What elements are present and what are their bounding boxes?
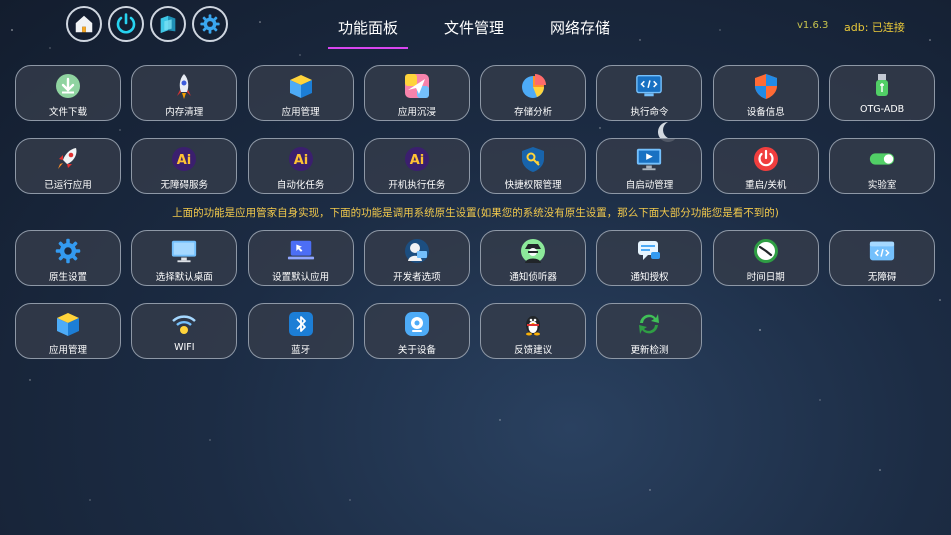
- tile-device-info[interactable]: 设备信息: [712, 65, 819, 121]
- box-icon: [289, 75, 312, 98]
- tile-execute-command[interactable]: 执行命令: [596, 65, 703, 121]
- svg-text:Ai: Ai: [293, 153, 308, 168]
- wifi-icon: [172, 315, 197, 334]
- monitor-play-icon: [637, 148, 662, 171]
- tab-file-manager[interactable]: 文件管理: [444, 0, 504, 50]
- key-shield-icon: [522, 147, 545, 172]
- tile-autostart-manager[interactable]: 自启动管理: [596, 138, 703, 194]
- version-label: v1.6.3: [797, 20, 829, 31]
- tile-native-settings[interactable]: 原生设置: [15, 230, 121, 286]
- ai-icon: Ai: [288, 147, 313, 171]
- shield-icon: [754, 74, 777, 99]
- tile-laboratory[interactable]: 实验室: [829, 138, 936, 194]
- tile-wifi[interactable]: WIFI: [131, 303, 238, 359]
- settings-button[interactable]: [192, 6, 228, 42]
- tile-memory-clean[interactable]: 内存清理: [131, 65, 238, 121]
- tile-boot-task[interactable]: Ai 开机执行任务: [363, 138, 470, 194]
- power-icon: [116, 13, 136, 34]
- tile-row-4: 应用管理 WIFI 蓝牙 关于设备 反馈建议 更新检测: [15, 303, 935, 359]
- tile-storage-analysis[interactable]: 存储分析: [480, 65, 587, 121]
- adb-status: adb: 已连接: [844, 21, 905, 34]
- power-button[interactable]: [108, 6, 144, 42]
- box-icon: [57, 313, 79, 336]
- tile-running-apps[interactable]: 已运行应用: [15, 138, 121, 194]
- immersion-icon: [404, 74, 429, 98]
- rocket-launch-icon: [58, 148, 77, 169]
- tile-date-time[interactable]: 时间日期: [712, 230, 819, 286]
- tile-default-launcher[interactable]: 选择默认桌面: [131, 230, 238, 286]
- clock-icon: [753, 239, 778, 263]
- developer-icon: [404, 239, 429, 263]
- usb-icon: [876, 74, 889, 96]
- tab-network-storage[interactable]: 网络存储: [550, 0, 610, 50]
- tile-file-download[interactable]: 文件下载: [15, 65, 121, 121]
- tab-bar: 功能面板 文件管理 网络存储: [322, 0, 656, 50]
- tile-feedback[interactable]: 反馈建议: [480, 303, 587, 359]
- toggle-icon: [869, 153, 895, 165]
- tile-app-immersion[interactable]: 应用沉浸: [363, 65, 470, 121]
- rocket-icon: [177, 74, 192, 99]
- about-device-icon: [404, 312, 429, 336]
- chat-icon: [638, 241, 661, 260]
- ai-icon: Ai: [404, 147, 429, 171]
- tile-notification-permission[interactable]: 通知授权: [596, 230, 703, 286]
- spy-icon: [521, 239, 546, 263]
- tile-developer-options[interactable]: 开发者选项: [363, 230, 470, 286]
- tile-accessibility-service[interactable]: Ai 无障碍服务: [131, 138, 238, 194]
- home-button[interactable]: [66, 6, 102, 42]
- desktop-icon: [172, 240, 197, 263]
- notice-text: 上面的功能是应用管家自身实现，下面的功能是调用系统原生设置(如果您的系统没有原生…: [172, 207, 779, 219]
- laptop-cursor-icon: [287, 240, 314, 260]
- svg-text:Ai: Ai: [410, 153, 425, 168]
- penguin-icon: [526, 316, 541, 336]
- home-icon: [75, 15, 93, 33]
- tile-automation-task[interactable]: Ai 自动化任务: [247, 138, 354, 194]
- tile-app-manager-native[interactable]: 应用管理: [15, 303, 121, 359]
- ai-icon: Ai: [172, 147, 197, 171]
- code-window-icon: [869, 241, 895, 261]
- download-icon: [56, 74, 80, 98]
- gear-icon: [200, 14, 220, 34]
- svg-text:Ai: Ai: [177, 153, 192, 168]
- tile-update-check[interactable]: 更新检测: [596, 303, 703, 359]
- terminal-icon: [636, 75, 663, 97]
- tile-notification-listener[interactable]: 通知侦听器: [480, 230, 587, 286]
- pie-chart-icon: [522, 74, 547, 98]
- tile-row-1: 文件下载 内存清理 应用管理 应用沉浸 存储分析 执行命令 设备信息 OTG-A…: [15, 65, 936, 121]
- top-toolbar: [66, 6, 228, 42]
- tile-app-manager[interactable]: 应用管理: [247, 65, 354, 121]
- power-red-icon: [753, 147, 778, 171]
- tile-about-device[interactable]: 关于设备: [363, 303, 470, 359]
- tile-otg-adb[interactable]: OTG-ADB: [829, 65, 936, 121]
- tab-function-panel[interactable]: 功能面板: [327, 0, 409, 50]
- layers-icon: [160, 15, 176, 34]
- tile-permission-manager[interactable]: 快捷权限管理: [480, 138, 587, 194]
- tile-accessibility[interactable]: 无障碍: [829, 230, 936, 286]
- bluetooth-icon: [288, 312, 313, 336]
- layers-button[interactable]: [150, 6, 186, 42]
- tile-default-apps[interactable]: 设置默认应用: [247, 230, 354, 286]
- tile-row-2: 已运行应用 Ai 无障碍服务 Ai 自动化任务 Ai 开机执行任务 快捷权限管理…: [15, 138, 936, 194]
- tile-bluetooth[interactable]: 蓝牙: [247, 303, 354, 359]
- tile-row-3: 原生设置 选择默认桌面 设置默认应用 开发者选项 通知侦听器 通知授权 时间日期…: [15, 230, 936, 286]
- refresh-icon: [639, 314, 660, 334]
- tile-reboot-shutdown[interactable]: 重启/关机: [712, 138, 819, 194]
- gear-icon: [55, 238, 81, 264]
